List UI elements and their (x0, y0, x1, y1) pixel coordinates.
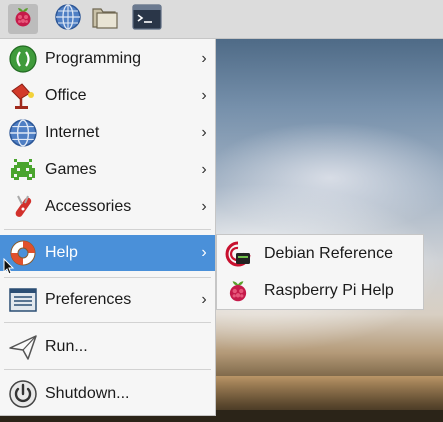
top-panel (0, 0, 443, 39)
menu-item-accessories[interactable]: Accessories › (0, 189, 215, 225)
debian-icon (223, 239, 253, 269)
run-icon (7, 331, 39, 363)
menu-item-internet[interactable]: Internet › (0, 115, 215, 151)
menu-item-label: Games (45, 161, 97, 178)
menu-separator (4, 369, 211, 370)
menu-item-label: Office (45, 87, 87, 104)
chevron-right-icon: › (201, 161, 207, 178)
chevron-right-icon: › (201, 124, 207, 141)
submenu-item-debian-reference[interactable]: Debian Reference (217, 236, 423, 272)
power-icon (7, 378, 39, 410)
menu-item-games[interactable]: Games › (0, 152, 215, 188)
folder-icon (90, 3, 120, 36)
menu-item-office[interactable]: Office › (0, 78, 215, 114)
globe-icon (54, 3, 82, 36)
menu-separator (4, 229, 211, 230)
globe-icon (7, 117, 39, 149)
help-submenu: Debian Reference Raspberry Pi Help (216, 234, 424, 310)
menu-separator (4, 277, 211, 278)
raspberry-icon (223, 276, 253, 306)
menu-item-label: Accessories (45, 198, 132, 215)
menu-item-run[interactable]: Run... (0, 329, 215, 365)
raspberry-icon (11, 5, 35, 34)
menu-item-label: Programming (45, 50, 142, 67)
menu-item-label: Internet (45, 124, 100, 141)
chevron-right-icon: › (201, 198, 207, 215)
chevron-right-icon: › (201, 50, 207, 67)
file-manager-launcher[interactable] (90, 4, 120, 34)
menu-separator (4, 322, 211, 323)
chevron-right-icon: › (201, 291, 207, 308)
submenu-item-label: Debian Reference (264, 245, 393, 262)
chevron-right-icon: › (201, 244, 207, 261)
menu-item-programming[interactable]: Programming › (0, 41, 215, 77)
terminal-launcher[interactable] (132, 3, 162, 36)
submenu-item-label: Raspberry Pi Help (264, 282, 394, 299)
submenu-item-raspberry-pi-help[interactable]: Raspberry Pi Help (217, 273, 423, 309)
menu-item-label: Run... (45, 338, 88, 355)
menu-button[interactable] (8, 4, 38, 34)
browser-launcher[interactable] (53, 3, 83, 36)
programming-icon (7, 43, 39, 75)
games-icon (7, 154, 39, 186)
menu-item-label: Help (45, 244, 78, 261)
menu-item-label: Preferences (45, 291, 132, 308)
menu-item-shutdown[interactable]: Shutdown... (0, 376, 215, 412)
accessories-icon (7, 191, 39, 223)
main-menu: Programming › Office › Internet › Games … (0, 38, 216, 416)
mouse-cursor-icon (3, 257, 15, 281)
preferences-icon (7, 284, 39, 316)
menu-item-label: Shutdown... (45, 385, 130, 402)
chevron-right-icon: › (201, 87, 207, 104)
terminal-icon (132, 3, 162, 36)
menu-item-preferences[interactable]: Preferences › (0, 282, 215, 318)
office-icon (7, 80, 39, 112)
menu-item-help[interactable]: Help › (0, 235, 215, 271)
